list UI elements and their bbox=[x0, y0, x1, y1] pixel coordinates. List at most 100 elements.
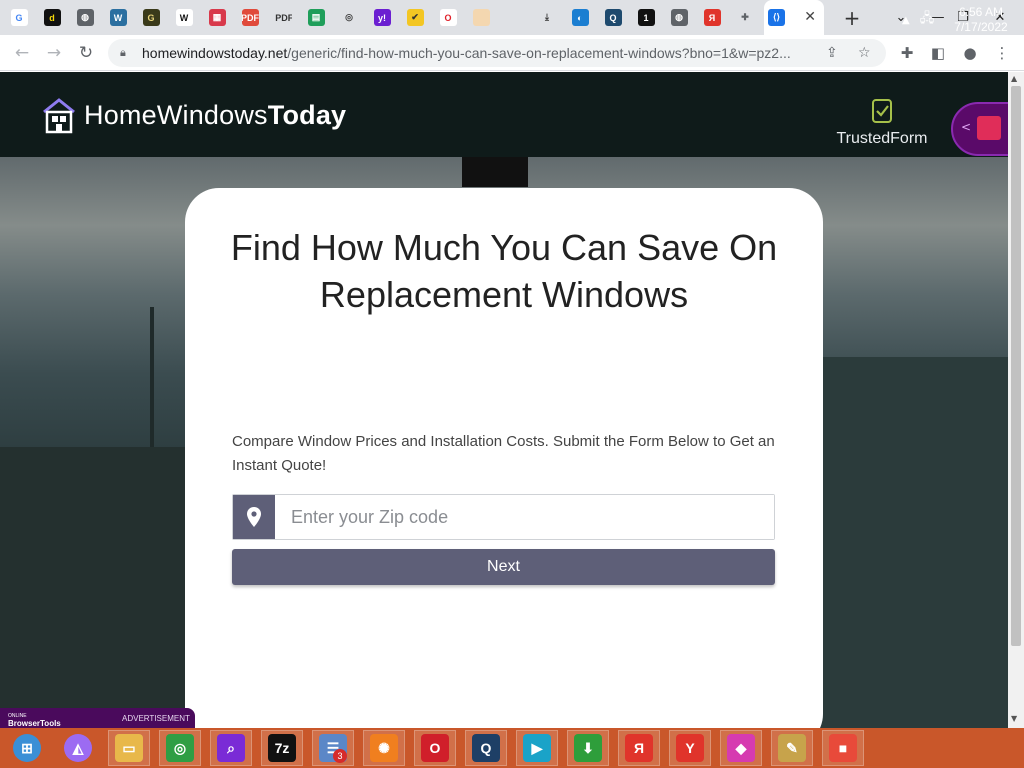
yandex-browser-icon: Y bbox=[676, 734, 704, 762]
browser-tab[interactable]: Q bbox=[599, 4, 627, 32]
system-clock[interactable]: 6:56 AM 7/17/2022 bbox=[950, 5, 1012, 35]
google-icon: G bbox=[10, 9, 28, 26]
browser-menu-icon[interactable]: ⋮ bbox=[988, 39, 1016, 67]
forward-button[interactable]: → bbox=[40, 39, 68, 67]
browser-tab[interactable]: ▤ bbox=[302, 4, 330, 32]
browser-tab[interactable]: ◍ bbox=[71, 4, 99, 32]
taskbar-app-button[interactable]: ◆ bbox=[720, 730, 762, 766]
browser-tab[interactable]: ✔ bbox=[401, 4, 429, 32]
browser-tab[interactable]: ◐ bbox=[566, 4, 594, 32]
quote-form-card: Find How Much You Can Save On Replacemen… bbox=[185, 188, 823, 728]
taskbar-app-button[interactable]: ⌕ bbox=[210, 730, 252, 766]
browser-tab[interactable]: G bbox=[5, 4, 33, 32]
url-path: /generic/find-how-much-you-can-save-on-r… bbox=[287, 45, 791, 61]
building-silhouette bbox=[462, 157, 528, 187]
browser-tab[interactable]: Я bbox=[698, 4, 726, 32]
scroll-up-arrow-icon[interactable]: ▲ bbox=[1011, 74, 1017, 83]
browser-tab[interactable]: W bbox=[170, 4, 198, 32]
logo-text-bold: Today bbox=[267, 99, 347, 130]
taskbar-app-button[interactable]: ⬇ bbox=[567, 730, 609, 766]
clock-date: 7/17/2022 bbox=[954, 20, 1008, 34]
site-logo[interactable]: HomeWindowsToday bbox=[42, 96, 346, 134]
browser-tab[interactable]: ◎ bbox=[335, 4, 363, 32]
reload-button[interactable]: ↻ bbox=[72, 39, 100, 67]
taskbar-app-button[interactable]: Y bbox=[669, 730, 711, 766]
browser-tab[interactable]: y! bbox=[368, 4, 396, 32]
active-browser-tab[interactable]: ⟨⟩ ✕ bbox=[764, 0, 824, 35]
taskbar-app-button[interactable]: ✺ bbox=[363, 730, 405, 766]
browsertools-ad-banner[interactable]: ONLINE BrowserTools ADVERTISEMENT bbox=[0, 708, 195, 728]
taskbar-app-button[interactable]: ⊞ bbox=[6, 730, 48, 766]
browser-tab[interactable]: ▦ bbox=[203, 4, 231, 32]
yandex-icon: Я bbox=[703, 9, 721, 26]
browser-tab[interactable] bbox=[500, 4, 528, 32]
trustedform-badge[interactable]: TrustedForm bbox=[830, 98, 934, 148]
yahoo-icon: y! bbox=[373, 9, 391, 26]
checkmark-icon: ✔ bbox=[406, 9, 424, 26]
close-tab-icon[interactable]: ✕ bbox=[804, 9, 816, 25]
taskbar-app-button[interactable]: ◭ bbox=[57, 730, 99, 766]
seven-zip-icon: 7z bbox=[268, 734, 296, 762]
url-text[interactable]: homewindowstoday.net/generic/find-how-mu… bbox=[142, 45, 802, 61]
taskbar-app-button[interactable]: ▭ bbox=[108, 730, 150, 766]
browser-tab[interactable]: 1 bbox=[632, 4, 660, 32]
new-tab-button[interactable]: + bbox=[840, 6, 864, 30]
edge-icon: ◐ bbox=[571, 9, 589, 26]
q-icon: Q bbox=[604, 9, 622, 26]
zip-field-group bbox=[232, 494, 775, 540]
browser-tab[interactable]: ▯ bbox=[467, 4, 495, 32]
bookmark-star-icon[interactable]: ☆ bbox=[858, 45, 871, 61]
back-button[interactable]: ← bbox=[8, 39, 36, 67]
browser-tab[interactable]: G bbox=[137, 4, 165, 32]
green-download-icon: ⬇ bbox=[574, 734, 602, 762]
file-explorer-icon: ▭ bbox=[115, 734, 143, 762]
browser-tab[interactable]: ✚ bbox=[731, 4, 759, 32]
browser-tab[interactable]: W bbox=[104, 4, 132, 32]
yellow-d-icon: d bbox=[43, 9, 61, 26]
lock-icon[interactable]: 🔒︎ bbox=[120, 46, 136, 60]
next-button[interactable]: Next bbox=[232, 549, 775, 585]
address-bar[interactable]: 🔒︎ homewindowstoday.net/generic/find-how… bbox=[108, 39, 886, 67]
taskbar-app-button[interactable]: Я bbox=[618, 730, 660, 766]
network-icon[interactable]: 🖧︎ bbox=[920, 9, 935, 31]
browsertools-logo: ONLINE BrowserTools bbox=[8, 711, 61, 728]
color-squares-icon: ■ bbox=[829, 734, 857, 762]
avast-icon: ✺ bbox=[370, 734, 398, 762]
scroll-down-arrow-icon[interactable]: ▼ bbox=[1011, 714, 1017, 723]
tray-overflow-icon[interactable]: ▲ bbox=[902, 15, 910, 26]
browsertools-side-tab[interactable]: < bbox=[951, 102, 1008, 156]
notification-badge: 3 bbox=[333, 749, 347, 763]
scrollbar-thumb[interactable] bbox=[1011, 86, 1021, 646]
page-scrollbar[interactable]: ▲ ▼ bbox=[1008, 72, 1024, 728]
empty-tab-icon bbox=[505, 9, 523, 26]
browser-tab[interactable]: d bbox=[38, 4, 66, 32]
browser-tab[interactable]: ◍ bbox=[665, 4, 693, 32]
taskbar-app-button[interactable]: ✎ bbox=[771, 730, 813, 766]
browser-tab[interactable]: .PDF bbox=[269, 4, 297, 32]
taskbar-app-button[interactable]: 7z bbox=[261, 730, 303, 766]
profile-avatar-icon[interactable]: ● bbox=[956, 39, 984, 67]
taskbar-app-button[interactable]: O bbox=[414, 730, 456, 766]
search-magnifier-icon: ⌕ bbox=[217, 734, 245, 762]
site-header: HomeWindowsToday TrustedForm < bbox=[0, 72, 1008, 157]
browser-tab[interactable]: O bbox=[434, 4, 462, 32]
zip-code-input[interactable] bbox=[275, 495, 774, 539]
globe-icon: ◍ bbox=[76, 9, 94, 26]
side-panel-icon[interactable]: ◧ bbox=[924, 39, 952, 67]
code-brackets-icon: ⟨⟩ bbox=[768, 9, 785, 26]
windows-taskbar: ⊞ ◭ ▭ ◎ ⌕ 7z ☰ 3 ✺ O Q ▶ ⬇ Я Y ◆ ✎ ■ bbox=[0, 728, 1024, 768]
chevron-left-icon: < bbox=[961, 120, 972, 134]
taskbar-app-button[interactable]: ◎ bbox=[159, 730, 201, 766]
taskbar-app-button[interactable]: Q bbox=[465, 730, 507, 766]
browser-tab[interactable]: PDF bbox=[236, 4, 264, 32]
opera-icon: O bbox=[421, 734, 449, 762]
taskbar-app-button[interactable]: ■ bbox=[822, 730, 864, 766]
clock-time: 6:56 AM bbox=[958, 5, 1004, 19]
browser-toolbar: ← → ↻ 🔒︎ homewindowstoday.net/generic/fi… bbox=[0, 35, 1024, 71]
taskbar-app-button[interactable]: ▶ bbox=[516, 730, 558, 766]
browser-tab[interactable]: ⤓ bbox=[533, 4, 561, 32]
tools-icon: ✎ bbox=[778, 734, 806, 762]
taskbar-app-button[interactable]: ☰ 3 bbox=[312, 730, 354, 766]
extensions-puzzle-icon[interactable]: ✚ bbox=[893, 39, 921, 67]
share-icon[interactable]: ⇪ bbox=[826, 45, 838, 61]
